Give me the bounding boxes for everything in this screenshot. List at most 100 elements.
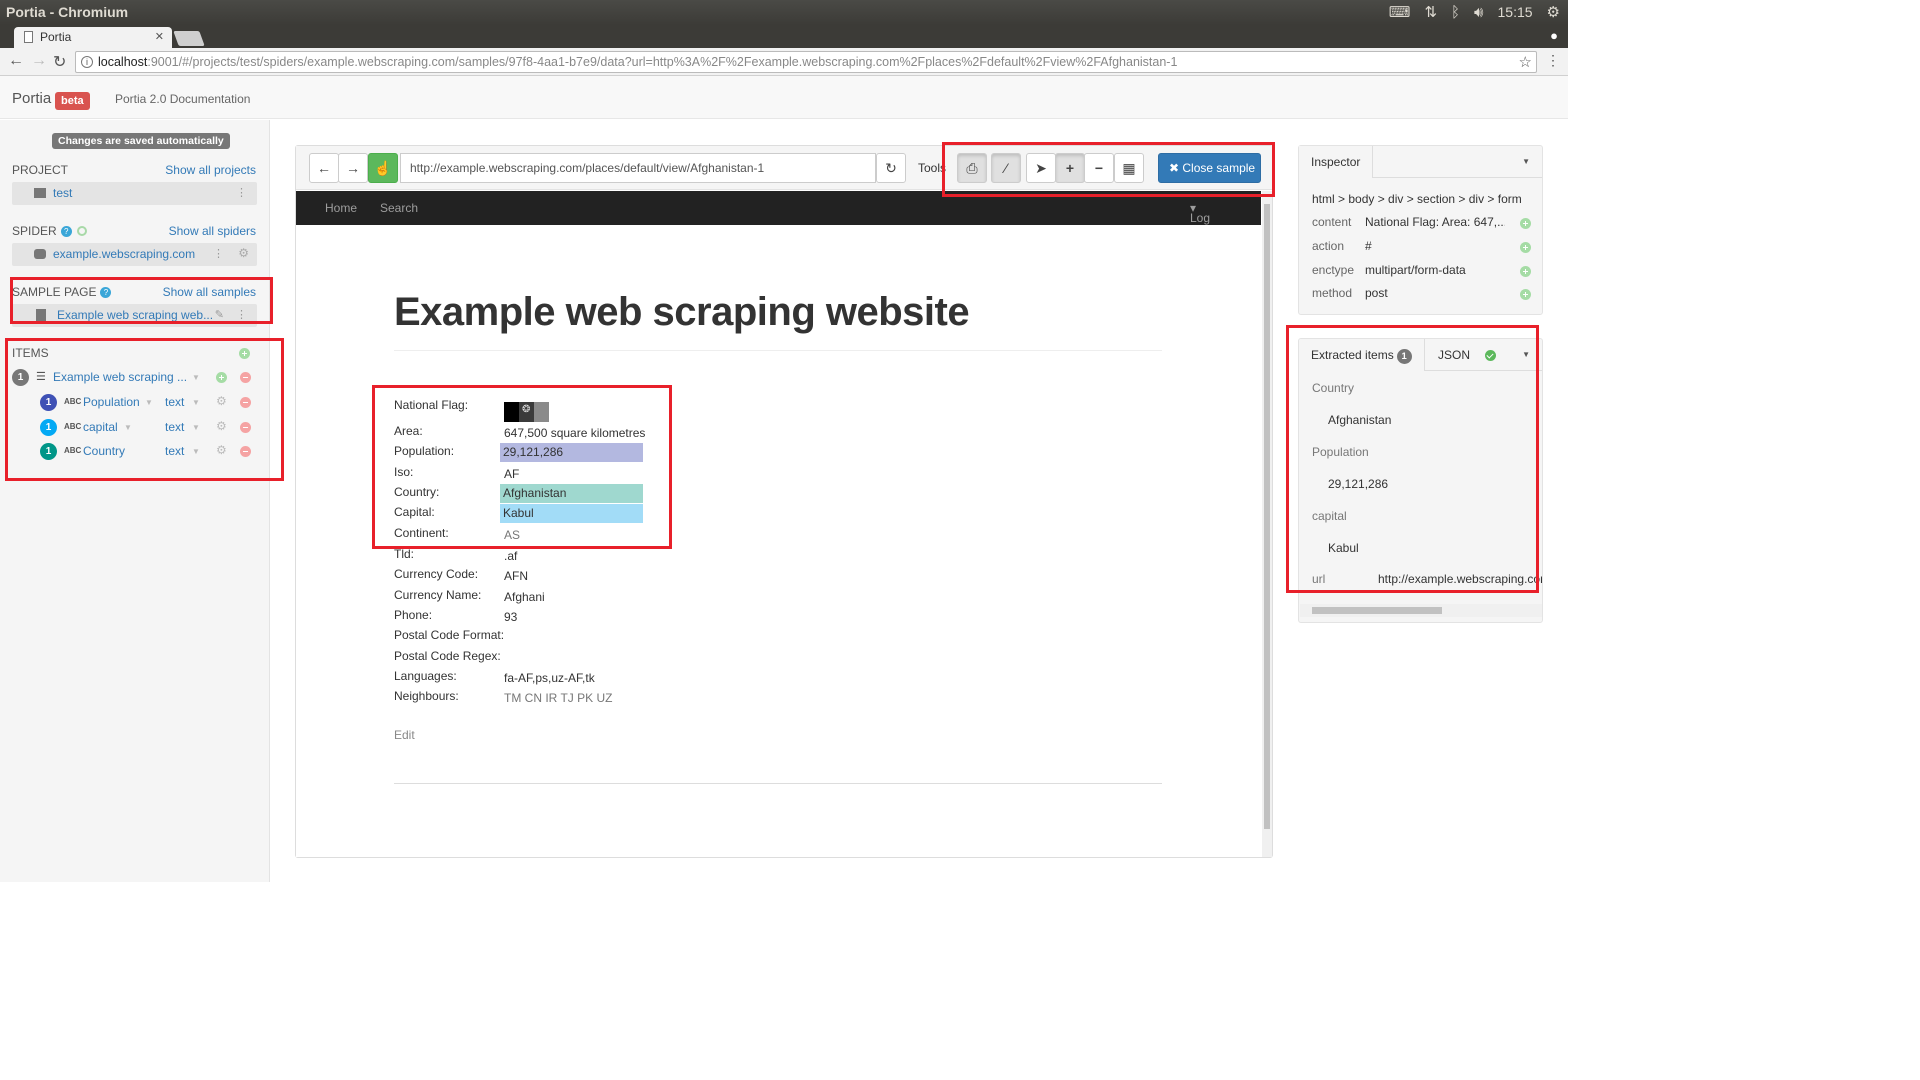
- add-annotation-icon[interactable]: [1520, 289, 1531, 300]
- tab-extracted-items[interactable]: Extracted items 1: [1299, 339, 1425, 371]
- show-all-samples-link[interactable]: Show all samples: [163, 285, 256, 299]
- magic-wand-tool-button[interactable]: ⁄: [991, 153, 1021, 183]
- show-all-spiders-link[interactable]: Show all spiders: [169, 224, 256, 238]
- add-annotation-icon[interactable]: [1520, 218, 1531, 229]
- field-value[interactable]: Afghani: [504, 590, 545, 604]
- user-icon[interactable]: ●: [1550, 28, 1558, 43]
- tab-inspector[interactable]: Inspector: [1299, 146, 1374, 178]
- field-value[interactable]: AS: [504, 528, 520, 542]
- hscroll-thumb[interactable]: [1312, 607, 1442, 614]
- field-value[interactable]: fa-AF,ps,uz-AF,tk: [504, 671, 595, 685]
- site-nav-home[interactable]: Home: [325, 201, 357, 215]
- css-selector-tool-button[interactable]: ⎙: [957, 153, 987, 183]
- forward-icon[interactable]: →: [31, 52, 47, 70]
- remove-field-icon[interactable]: [240, 422, 251, 433]
- remove-field-icon[interactable]: [240, 446, 251, 457]
- spider-row[interactable]: example.webscraping.com ⋮ ⚙: [12, 243, 257, 266]
- add-field-icon[interactable]: [216, 372, 227, 383]
- spider-menu-icon[interactable]: ⋮: [213, 247, 224, 260]
- site-nav-search[interactable]: Search: [380, 201, 418, 215]
- sample-menu-icon[interactable]: ⋮: [236, 308, 247, 321]
- project-menu-icon[interactable]: ⋮: [236, 186, 247, 199]
- add-annotation-tool-button[interactable]: +: [1055, 153, 1085, 183]
- item-row[interactable]: 1 ☰ Example web scraping ... ▼: [12, 368, 257, 388]
- network-icon[interactable]: ⇅: [1424, 3, 1437, 21]
- field-settings-gear-icon[interactable]: ⚙: [216, 394, 227, 408]
- scrollbar-thumb[interactable]: [1264, 204, 1270, 829]
- bluetooth-icon[interactable]: ᛒ: [1451, 4, 1460, 21]
- field-type[interactable]: text: [165, 444, 184, 458]
- page-forward-button[interactable]: →: [338, 153, 368, 183]
- field-row: Tld: .af: [394, 547, 694, 565]
- keyboard-icon[interactable]: ⌨: [1389, 3, 1411, 21]
- remove-field-icon[interactable]: [240, 397, 251, 408]
- field-caret-icon[interactable]: ▼: [145, 398, 153, 407]
- edit-link[interactable]: Edit: [394, 728, 415, 742]
- sample-row[interactable]: Example web scraping web... ✎ ⋮: [12, 304, 257, 327]
- field-settings-gear-icon[interactable]: ⚙: [216, 419, 227, 433]
- field-value[interactable]: AF: [504, 467, 519, 481]
- sample-help-icon[interactable]: ?: [100, 287, 112, 298]
- help-icon[interactable]: ?: [60, 226, 72, 237]
- field-caret-icon[interactable]: ▼: [124, 423, 132, 432]
- frame-scrollbar[interactable]: [1262, 191, 1272, 857]
- browser-tab[interactable]: Portia ✕: [14, 27, 172, 48]
- field-type[interactable]: text: [165, 395, 184, 409]
- address-bar[interactable]: i localhost:9001/#/projects/test/spiders…: [75, 51, 1537, 73]
- back-icon[interactable]: ←: [8, 52, 24, 70]
- brand-logo[interactable]: Portia: [12, 90, 51, 107]
- spider-settings-gear-icon[interactable]: ⚙: [238, 246, 249, 260]
- extracted-hscrollbar[interactable]: [1300, 604, 1542, 617]
- field-value[interactable]: 93: [504, 610, 517, 624]
- type-caret-icon[interactable]: ▼: [192, 398, 200, 407]
- annotated-value[interactable]: Afghanistan: [500, 484, 643, 503]
- add-annotation-icon[interactable]: [1520, 266, 1531, 277]
- remove-annotation-tool-button[interactable]: −: [1084, 153, 1114, 183]
- info-icon[interactable]: i: [81, 56, 93, 68]
- item-caret-icon[interactable]: ▼: [192, 373, 200, 382]
- multiple-select-tool-button[interactable]: ▦: [1114, 153, 1144, 183]
- annotated-value[interactable]: 29,121,286: [500, 443, 643, 462]
- attribute-value: post: [1365, 286, 1388, 300]
- clock[interactable]: 15:15: [1498, 4, 1533, 20]
- type-caret-icon[interactable]: ▼: [192, 423, 200, 432]
- field-value[interactable]: TM CN IR TJ PK UZ: [504, 691, 612, 705]
- field-row-population[interactable]: 1 ABC Population ▼ text ▼ ⚙: [12, 393, 257, 413]
- remove-item-icon[interactable]: [240, 372, 251, 383]
- type-caret-icon[interactable]: ▼: [192, 447, 200, 456]
- docs-link[interactable]: Portia 2.0 Documentation: [115, 92, 250, 106]
- field-value[interactable]: AFN: [504, 569, 528, 583]
- interaction-mode-hand-button[interactable]: ☝: [368, 153, 398, 183]
- select-pointer-tool-button[interactable]: ➤: [1026, 153, 1056, 183]
- field-type[interactable]: text: [165, 420, 184, 434]
- close-sample-button[interactable]: ✖ Close sample: [1158, 153, 1261, 183]
- volume-icon[interactable]: 🔊︎: [1474, 4, 1483, 21]
- inspector-dropdown-icon[interactable]: ▼: [1522, 157, 1530, 166]
- field-label: Area:: [394, 424, 423, 438]
- annotated-value[interactable]: Kabul: [500, 504, 643, 523]
- field-label: Continent:: [394, 526, 449, 540]
- field-settings-gear-icon[interactable]: ⚙: [216, 443, 227, 457]
- page-back-button[interactable]: ←: [309, 153, 339, 183]
- show-all-projects-link[interactable]: Show all projects: [165, 163, 256, 177]
- field-value[interactable]: .af: [504, 549, 517, 563]
- add-annotation-icon[interactable]: [1520, 242, 1531, 253]
- field-value[interactable]: 647,500 square kilometres: [504, 426, 645, 440]
- reload-icon[interactable]: ↻: [53, 52, 66, 72]
- add-item-icon[interactable]: [239, 348, 250, 359]
- new-tab-button[interactable]: [173, 31, 205, 46]
- inspector-panel: Inspector ▼ html > body > div > section …: [1298, 145, 1543, 315]
- site-nav-login[interactable]: Log In▾: [1190, 201, 1210, 239]
- page-reload-button[interactable]: ↻: [876, 153, 906, 183]
- tab-json[interactable]: JSON: [1426, 339, 1482, 371]
- field-row-country[interactable]: 1 ABC Country text ▼ ⚙: [12, 442, 257, 462]
- project-row[interactable]: test ⋮: [12, 182, 257, 205]
- browser-menu-icon[interactable]: ⋮: [1546, 52, 1560, 69]
- power-gear-icon[interactable]: ⚙: [1547, 3, 1560, 21]
- bookmark-star-icon[interactable]: ☆: [1519, 53, 1532, 71]
- extracted-dropdown-icon[interactable]: ▼: [1522, 350, 1530, 359]
- close-tab-icon[interactable]: ✕: [155, 30, 164, 43]
- sample-edit-icon[interactable]: ✎: [215, 308, 224, 321]
- sample-url-input[interactable]: http://example.webscraping.com/places/de…: [400, 153, 876, 183]
- field-row-capital[interactable]: 1 ABC capital ▼ text ▼ ⚙: [12, 418, 257, 438]
